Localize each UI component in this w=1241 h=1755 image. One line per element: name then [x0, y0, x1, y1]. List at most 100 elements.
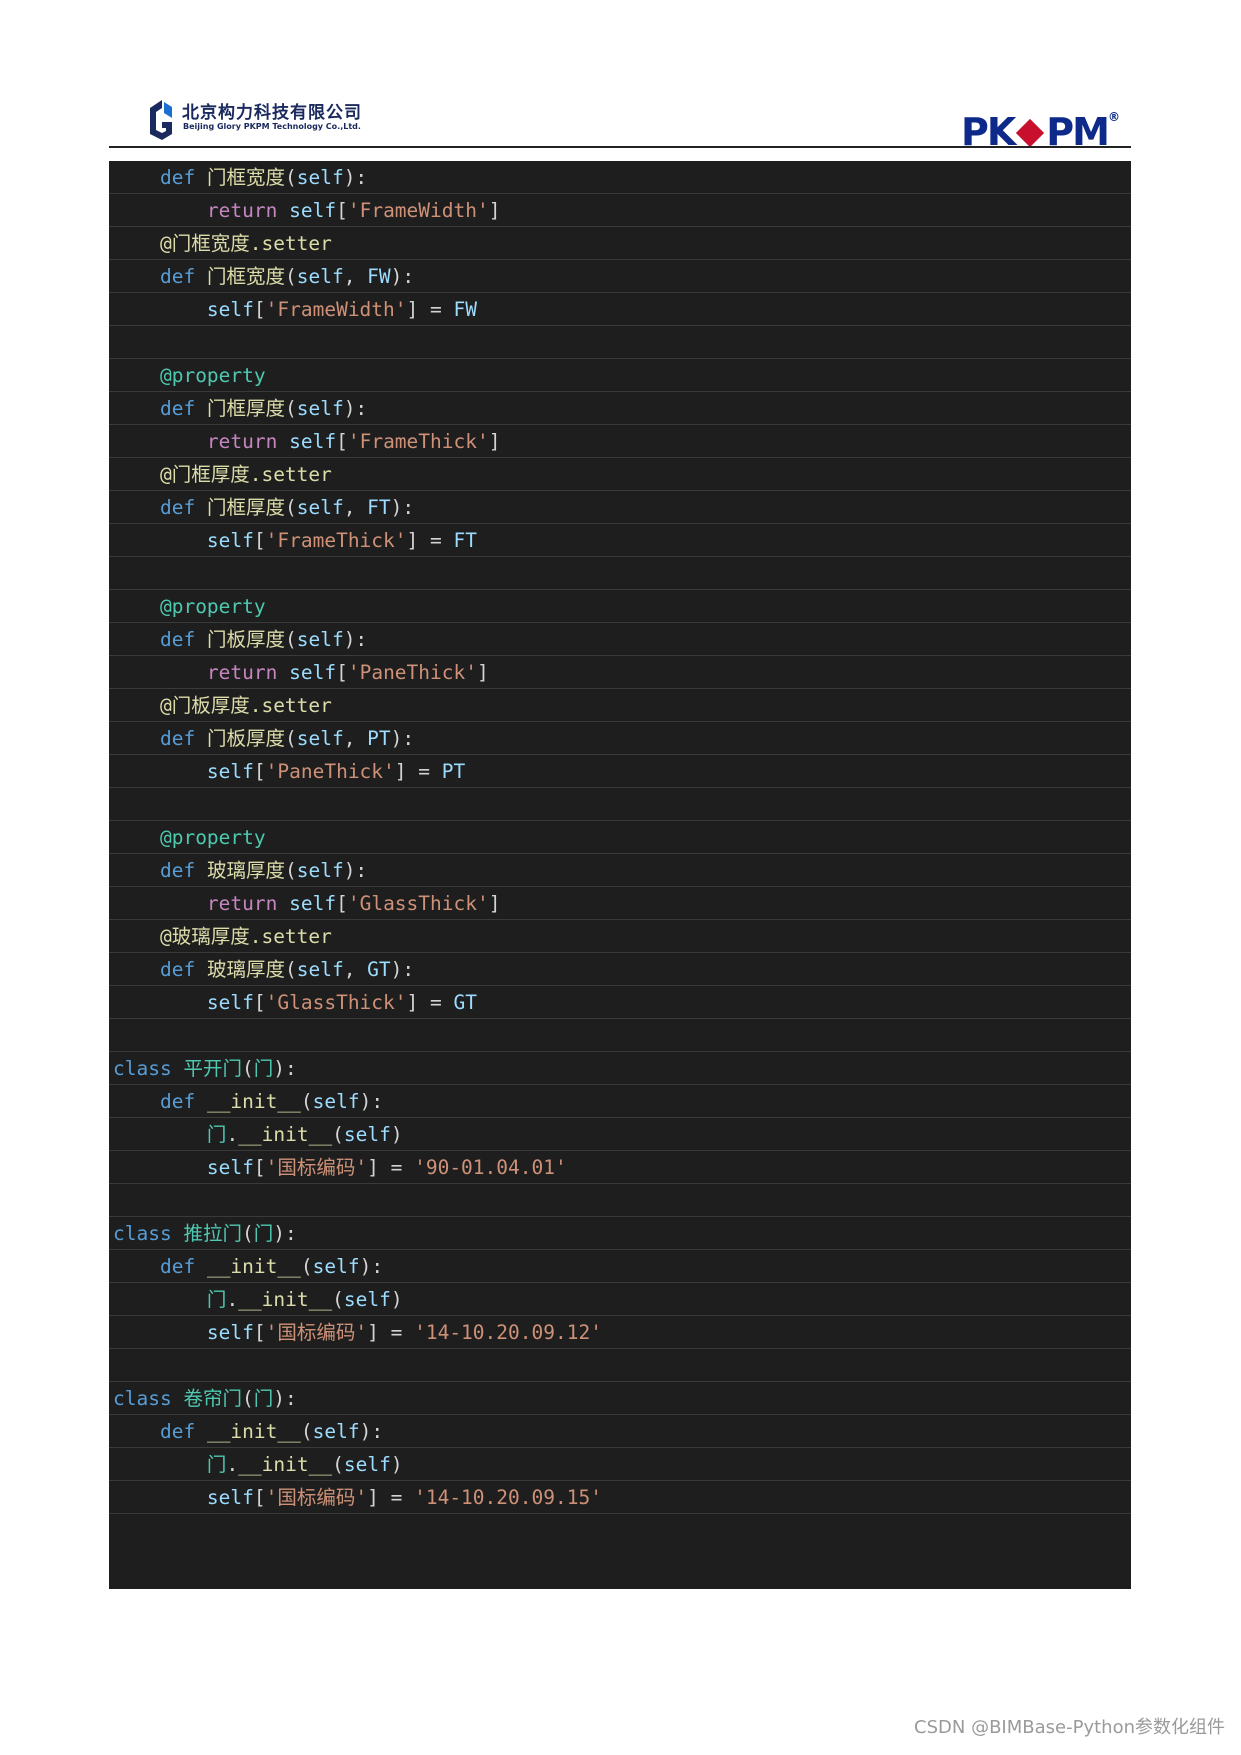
code-token: ): [273, 1222, 297, 1245]
code-line: 门.__init__(self) [109, 1283, 1131, 1316]
code-line: @门框厚度.setter [109, 458, 1131, 491]
code-line: return self['PaneThick'] [109, 656, 1131, 689]
code-token: def [159, 1090, 196, 1113]
code-token: @property [159, 595, 266, 618]
code-line: 门.__init__(self) [109, 1448, 1131, 1481]
code-token: ( [284, 166, 297, 189]
code-token: class [113, 1057, 172, 1080]
code-token: self [289, 199, 337, 222]
code-token: ( [284, 265, 297, 288]
code-line: class 平开门(门): [109, 1052, 1131, 1085]
code-token: 门板厚度 [206, 628, 285, 651]
code-token: self [343, 1123, 391, 1146]
code-line: def 门框厚度(self, FT): [109, 491, 1131, 524]
code-token: self [296, 727, 344, 750]
code-line [109, 788, 1131, 821]
page-header: 北京构力科技有限公司 Beijing Glory PKPM Technology… [109, 95, 1130, 154]
code-token: ] [488, 892, 501, 915]
code-token: '90-01.04.01' [414, 1156, 567, 1179]
code-token: ( [284, 727, 297, 750]
code-token: 推拉门 [183, 1222, 242, 1245]
code-token: ] = [367, 1156, 415, 1179]
code-token: ] [488, 199, 501, 222]
code-token: 'FrameWidth' [265, 298, 407, 321]
code-token: [ [253, 529, 266, 552]
code-token: [ [253, 1321, 266, 1344]
code-token: . [226, 1288, 239, 1311]
code-token: ] [488, 430, 501, 453]
code-token: ( [241, 1057, 254, 1080]
code-token: '国标编码' [265, 1321, 368, 1344]
code-token: ( [284, 628, 297, 651]
code-token: self [289, 661, 337, 684]
code-token: self [206, 760, 254, 783]
code-token: ( [300, 1090, 313, 1113]
code-token: '14-10.20.09.12' [414, 1321, 602, 1344]
code-token: self [296, 628, 344, 651]
code-token: self [296, 496, 344, 519]
code-token: 玻璃厚度 [206, 859, 285, 882]
code-line: def 玻璃厚度(self): [109, 854, 1131, 887]
code-token: FW [367, 265, 391, 288]
code-line: self['国标编码'] = '14-10.20.09.12' [109, 1316, 1131, 1349]
code-token: def [159, 265, 196, 288]
code-token: self [312, 1090, 360, 1113]
code-token: ): [273, 1387, 297, 1410]
code-token: def [159, 958, 196, 981]
code-line: class 卷帘门(门): [109, 1382, 1131, 1415]
code-token: self [343, 1288, 391, 1311]
code-line: @property [109, 359, 1131, 392]
code-token: ): [390, 265, 415, 288]
code-token: @门框宽度.setter [159, 232, 332, 255]
code-token: [ [253, 1486, 266, 1509]
code-token: 门框厚度 [206, 397, 285, 420]
code-token: ( [241, 1387, 254, 1410]
code-token: def [159, 727, 196, 750]
code-token: [ [253, 298, 266, 321]
code-token: self [206, 529, 254, 552]
code-token: ( [284, 496, 297, 519]
code-line: self['国标编码'] = '90-01.04.01' [109, 1151, 1131, 1184]
code-line [109, 1184, 1131, 1217]
code-token: 门 [253, 1057, 274, 1080]
code-token: return [206, 661, 278, 684]
code-line: @门框宽度.setter [109, 227, 1131, 260]
code-token: def [159, 628, 196, 651]
code-token: ( [241, 1222, 254, 1245]
code-token: 'FrameWidth' [347, 199, 489, 222]
code-token: self [206, 298, 254, 321]
code-token: ) [390, 1123, 403, 1146]
code-token: self [296, 958, 344, 981]
code-line: class 推拉门(门): [109, 1217, 1131, 1250]
header-divider [109, 146, 1131, 148]
code-token: @property [159, 826, 266, 849]
code-token: PT [367, 727, 391, 750]
code-token: self [312, 1420, 360, 1443]
code-token: __init__ [206, 1420, 301, 1443]
code-line: return self['FrameThick'] [109, 425, 1131, 458]
code-block: def 门框宽度(self): return self['FrameWidth'… [109, 161, 1131, 1589]
code-token: ] = [367, 1321, 415, 1344]
code-token: __init__ [238, 1123, 333, 1146]
code-token: ( [332, 1123, 344, 1146]
